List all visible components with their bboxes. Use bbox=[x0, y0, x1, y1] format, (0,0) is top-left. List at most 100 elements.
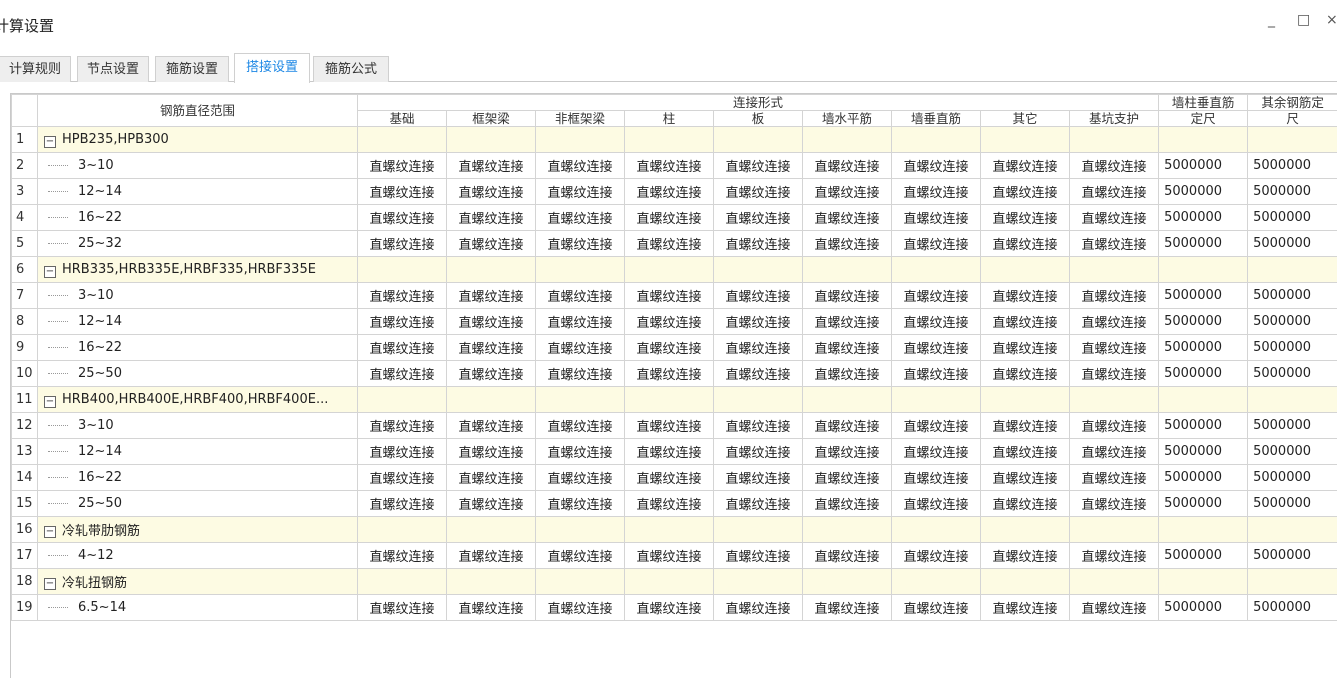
diameter-range-cell[interactable]: 3~10 bbox=[38, 413, 358, 439]
connection-type-cell[interactable]: 直螺纹连接 bbox=[981, 283, 1070, 309]
connection-type-cell[interactable] bbox=[892, 387, 981, 413]
connection-type-cell[interactable] bbox=[1070, 257, 1159, 283]
connection-type-cell[interactable]: 直螺纹连接 bbox=[714, 491, 803, 517]
connection-type-cell[interactable]: 直螺纹连接 bbox=[625, 231, 714, 257]
connection-type-cell[interactable] bbox=[803, 517, 892, 543]
connection-type-cell[interactable]: 直螺纹连接 bbox=[536, 491, 625, 517]
wall-fixed-length-cell[interactable]: 5000000 bbox=[1159, 465, 1248, 491]
connection-type-cell[interactable]: 直螺纹连接 bbox=[447, 413, 536, 439]
connection-type-cell[interactable]: 直螺纹连接 bbox=[447, 153, 536, 179]
other-fixed-length-cell[interactable]: 5000000 bbox=[1248, 335, 1337, 361]
wall-fixed-length-cell[interactable]: 5000000 bbox=[1159, 413, 1248, 439]
connection-type-cell[interactable]: 直螺纹连接 bbox=[358, 413, 447, 439]
group-row[interactable]: 6−HRB335,HRB335E,HRBF335,HRBF335E bbox=[12, 257, 1337, 283]
connection-type-cell[interactable]: 直螺纹连接 bbox=[714, 413, 803, 439]
table-row[interactable]: 312~14直螺纹连接直螺纹连接直螺纹连接直螺纹连接直螺纹连接直螺纹连接直螺纹连… bbox=[12, 179, 1337, 205]
wall-fixed-length-cell[interactable]: 5000000 bbox=[1159, 543, 1248, 569]
connection-type-cell[interactable]: 直螺纹连接 bbox=[625, 543, 714, 569]
connection-type-cell[interactable] bbox=[714, 127, 803, 153]
connection-type-cell[interactable]: 直螺纹连接 bbox=[714, 179, 803, 205]
connection-type-cell[interactable]: 直螺纹连接 bbox=[714, 465, 803, 491]
connection-type-cell[interactable]: 直螺纹连接 bbox=[536, 309, 625, 335]
connection-type-cell[interactable]: 直螺纹连接 bbox=[625, 153, 714, 179]
connection-type-cell[interactable]: 直螺纹连接 bbox=[536, 283, 625, 309]
wall-fixed-length-cell[interactable]: 5000000 bbox=[1159, 439, 1248, 465]
connection-type-cell[interactable]: 直螺纹连接 bbox=[358, 543, 447, 569]
close-button[interactable]: × bbox=[1326, 12, 1337, 28]
connection-type-cell[interactable] bbox=[1070, 387, 1159, 413]
connection-type-cell[interactable]: 直螺纹连接 bbox=[1070, 465, 1159, 491]
table-row[interactable]: 23~10直螺纹连接直螺纹连接直螺纹连接直螺纹连接直螺纹连接直螺纹连接直螺纹连接… bbox=[12, 153, 1337, 179]
connection-type-cell[interactable]: 直螺纹连接 bbox=[892, 335, 981, 361]
diameter-range-cell[interactable]: 12~14 bbox=[38, 439, 358, 465]
connection-type-cell[interactable]: 直螺纹连接 bbox=[536, 543, 625, 569]
connection-type-cell[interactable]: 直螺纹连接 bbox=[1070, 439, 1159, 465]
connection-type-cell[interactable]: 直螺纹连接 bbox=[892, 283, 981, 309]
diameter-range-cell[interactable]: 3~10 bbox=[38, 283, 358, 309]
connection-type-cell[interactable]: 直螺纹连接 bbox=[981, 153, 1070, 179]
other-fixed-length-cell[interactable]: 5000000 bbox=[1248, 491, 1337, 517]
other-fixed-length-cell[interactable]: 5000000 bbox=[1248, 465, 1337, 491]
wall-fixed-length-cell[interactable]: 5000000 bbox=[1159, 595, 1248, 621]
other-fixed-length-cell[interactable]: 5000000 bbox=[1248, 153, 1337, 179]
connection-type-cell[interactable]: 直螺纹连接 bbox=[803, 179, 892, 205]
other-fixed-length-cell[interactable]: 5000000 bbox=[1248, 231, 1337, 257]
connection-type-cell[interactable]: 直螺纹连接 bbox=[714, 153, 803, 179]
connection-type-cell[interactable]: 直螺纹连接 bbox=[358, 309, 447, 335]
connection-type-cell[interactable]: 直螺纹连接 bbox=[358, 179, 447, 205]
table-row[interactable]: 123~10直螺纹连接直螺纹连接直螺纹连接直螺纹连接直螺纹连接直螺纹连接直螺纹连… bbox=[12, 413, 1337, 439]
connection-type-cell[interactable]: 直螺纹连接 bbox=[447, 465, 536, 491]
connection-type-cell[interactable]: 直螺纹连接 bbox=[981, 439, 1070, 465]
connection-type-cell[interactable] bbox=[981, 387, 1070, 413]
connection-type-cell[interactable]: 直螺纹连接 bbox=[536, 361, 625, 387]
connection-type-cell[interactable]: 直螺纹连接 bbox=[447, 595, 536, 621]
diameter-range-cell[interactable]: 16~22 bbox=[38, 205, 358, 231]
table-row[interactable]: 1312~14直螺纹连接直螺纹连接直螺纹连接直螺纹连接直螺纹连接直螺纹连接直螺纹… bbox=[12, 439, 1337, 465]
connection-type-cell[interactable]: 直螺纹连接 bbox=[447, 205, 536, 231]
connection-type-cell[interactable] bbox=[803, 387, 892, 413]
other-fixed-length-cell[interactable]: 5000000 bbox=[1248, 595, 1337, 621]
diameter-range-cell[interactable]: 25~50 bbox=[38, 491, 358, 517]
connection-type-cell[interactable]: 直螺纹连接 bbox=[892, 491, 981, 517]
group-row[interactable]: 1−HPB235,HPB300 bbox=[12, 127, 1337, 153]
wall-fixed-length-cell[interactable]: 5000000 bbox=[1159, 205, 1248, 231]
connection-type-cell[interactable]: 直螺纹连接 bbox=[981, 361, 1070, 387]
diameter-range-cell[interactable]: 6.5~14 bbox=[38, 595, 358, 621]
connection-type-cell[interactable]: 直螺纹连接 bbox=[1070, 283, 1159, 309]
other-fixed-length-cell[interactable]: 5000000 bbox=[1248, 179, 1337, 205]
connection-type-cell[interactable]: 直螺纹连接 bbox=[1070, 205, 1159, 231]
table-row[interactable]: 174~12直螺纹连接直螺纹连接直螺纹连接直螺纹连接直螺纹连接直螺纹连接直螺纹连… bbox=[12, 543, 1337, 569]
connection-type-cell[interactable]: 直螺纹连接 bbox=[625, 309, 714, 335]
wall-fixed-length-cell[interactable] bbox=[1159, 387, 1248, 413]
diameter-range-cell[interactable]: 25~50 bbox=[38, 361, 358, 387]
connection-type-cell[interactable]: 直螺纹连接 bbox=[714, 595, 803, 621]
connection-type-cell[interactable]: 直螺纹连接 bbox=[447, 231, 536, 257]
connection-type-cell[interactable] bbox=[714, 257, 803, 283]
connection-type-cell[interactable]: 直螺纹连接 bbox=[536, 179, 625, 205]
connection-type-cell[interactable]: 直螺纹连接 bbox=[1070, 595, 1159, 621]
connection-type-cell[interactable] bbox=[803, 127, 892, 153]
connection-type-cell[interactable] bbox=[536, 569, 625, 595]
connection-type-cell[interactable]: 直螺纹连接 bbox=[714, 309, 803, 335]
connection-type-cell[interactable]: 直螺纹连接 bbox=[714, 335, 803, 361]
diameter-range-cell[interactable]: −HRB335,HRB335E,HRBF335,HRBF335E bbox=[38, 257, 358, 283]
other-fixed-length-cell[interactable] bbox=[1248, 569, 1337, 595]
connection-type-cell[interactable]: 直螺纹连接 bbox=[981, 491, 1070, 517]
other-fixed-length-cell[interactable]: 5000000 bbox=[1248, 283, 1337, 309]
connection-type-cell[interactable]: 直螺纹连接 bbox=[981, 335, 1070, 361]
connection-type-cell[interactable] bbox=[625, 569, 714, 595]
wall-fixed-length-cell[interactable] bbox=[1159, 257, 1248, 283]
connection-type-cell[interactable]: 直螺纹连接 bbox=[1070, 153, 1159, 179]
diameter-range-cell[interactable]: 25~32 bbox=[38, 231, 358, 257]
connection-type-cell[interactable] bbox=[714, 387, 803, 413]
connection-type-cell[interactable]: 直螺纹连接 bbox=[981, 543, 1070, 569]
wall-fixed-length-cell[interactable]: 5000000 bbox=[1159, 153, 1248, 179]
connection-type-cell[interactable]: 直螺纹连接 bbox=[447, 179, 536, 205]
connection-type-cell[interactable]: 直螺纹连接 bbox=[1070, 413, 1159, 439]
connection-type-cell[interactable]: 直螺纹连接 bbox=[892, 153, 981, 179]
other-fixed-length-cell[interactable]: 5000000 bbox=[1248, 205, 1337, 231]
connection-type-cell[interactable]: 直螺纹连接 bbox=[358, 231, 447, 257]
connection-type-cell[interactable]: 直螺纹连接 bbox=[1070, 543, 1159, 569]
connection-type-cell[interactable] bbox=[625, 517, 714, 543]
connection-type-cell[interactable] bbox=[1070, 127, 1159, 153]
